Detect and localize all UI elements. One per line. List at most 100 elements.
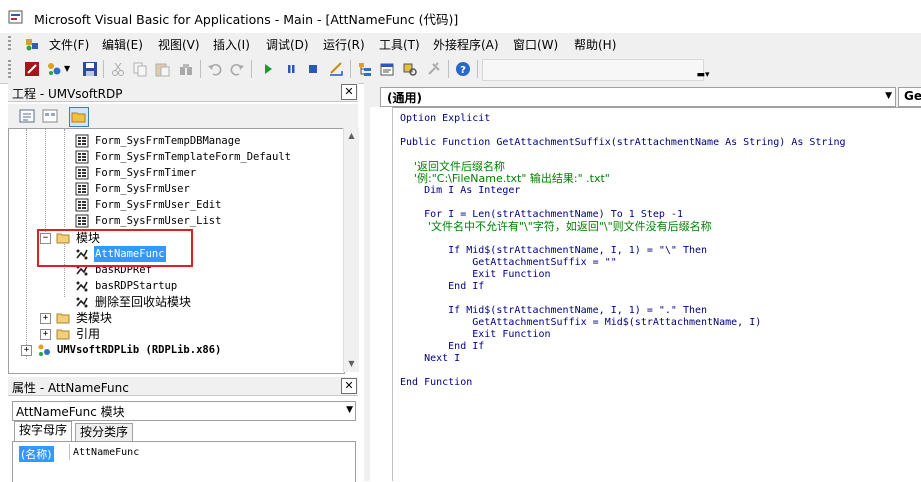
code-line[interactable]: '例:"C:\FileName.txt" 输出结果:" .txt": [400, 173, 610, 185]
tree-item-label: Form_SysFrmUser: [95, 183, 190, 195]
module-icon: [75, 279, 89, 293]
expand-icon[interactable]: +: [21, 345, 32, 356]
tree-item-label: Form_SysFrmTemplateForm_Default: [95, 151, 291, 163]
code-line[interactable]: Public Function GetAttachmentSuffix(strA…: [400, 137, 846, 149]
tab-categorized[interactable]: 按分类序: [75, 423, 134, 443]
code-editor[interactable]: Option Explicit Public Function GetAttach…: [370, 107, 921, 482]
design-mode-icon[interactable]: [328, 61, 344, 77]
form-icon: [75, 134, 89, 148]
toolbox-icon[interactable]: [426, 61, 442, 77]
code-line[interactable]: Exit Function: [400, 329, 550, 341]
scroll-down-icon[interactable]: ▼: [344, 356, 359, 372]
menu-file[interactable]: 文件(F): [49, 36, 89, 53]
break-icon[interactable]: [283, 61, 299, 77]
vba-app-icon: [8, 10, 23, 24]
tree-item-label: Form_SysFrmTimer: [95, 167, 197, 179]
code-line[interactable]: If Mid$(strAttachmentName, I, 1) = "." T…: [400, 305, 707, 317]
highlight-box: [37, 229, 193, 267]
toolbar-separator: [448, 60, 449, 78]
form-icon: [75, 182, 89, 196]
toolbar-separator: [200, 60, 201, 78]
find-icon[interactable]: [178, 61, 194, 77]
code-line[interactable]: End Function: [400, 377, 472, 389]
tree-item-label: 类模块: [76, 311, 113, 325]
expand-icon[interactable]: +: [40, 313, 51, 324]
form-icon: [75, 198, 89, 212]
toggle-folders-icon[interactable]: [69, 107, 89, 127]
run-icon[interactable]: [260, 61, 276, 77]
tree-item-label: Form_SysFrmUser_List: [95, 215, 222, 227]
menu-run[interactable]: 运行(R): [323, 36, 365, 53]
object-select-value: (通用): [387, 91, 422, 105]
menu-view[interactable]: 视图(V): [158, 36, 200, 53]
object-browser-icon[interactable]: [402, 61, 418, 77]
code-margin-indicator-bar[interactable]: [370, 107, 393, 481]
code-line[interactable]: Dim I As Integer: [400, 185, 520, 197]
project-explorer-icon[interactable]: [357, 61, 373, 77]
menu-insert[interactable]: 插入(I): [213, 36, 250, 53]
undo-icon[interactable]: [207, 61, 223, 77]
project-tree-scrollbar[interactable]: ▲ ▼: [343, 128, 359, 372]
tree-item-label: Form_SysFrmTempDBManage: [95, 135, 241, 147]
save-icon[interactable]: [82, 61, 98, 77]
properties-window-icon[interactable]: [379, 61, 395, 77]
code-line[interactable]: Next I: [400, 353, 460, 365]
properties-panel-close-button[interactable]: ✕: [341, 378, 357, 394]
project-panel-close-button[interactable]: ✕: [341, 84, 357, 100]
view-host-app-icon[interactable]: [24, 61, 40, 77]
menu-grip: [8, 36, 11, 52]
procedure-select-value: Ge: [904, 89, 921, 103]
copy-icon[interactable]: [132, 61, 148, 77]
tree-item-label: 删除至回收站模块: [95, 295, 192, 309]
menu-addins[interactable]: 外接程序(A): [433, 36, 499, 53]
menu-edit[interactable]: 编辑(E): [102, 36, 143, 53]
menu-help[interactable]: 帮助(H): [574, 36, 616, 53]
properties-grid: (名称) AttNameFunc: [12, 441, 356, 482]
insert-module-icon[interactable]: [46, 61, 62, 77]
property-name-value[interactable]: AttNameFunc: [73, 447, 139, 458]
properties-panel-title: 属性 - AttNameFunc: [12, 381, 129, 395]
chevron-down-icon[interactable]: ▼: [885, 91, 892, 101]
grid-divider: [69, 444, 70, 460]
view-code-icon[interactable]: [18, 107, 36, 125]
menu-debug[interactable]: 调试(D): [266, 36, 309, 53]
tree-guide-line: [26, 129, 27, 359]
menu-bar: 文件(F) 编辑(E) 视图(V) 插入(I) 调试(D) 运行(R) 工具(T…: [0, 33, 921, 55]
form-icon: [75, 150, 89, 164]
property-name-key[interactable]: (名称): [19, 446, 54, 462]
reset-icon[interactable]: [305, 61, 321, 77]
tree-item-label: UMVsoftRDPLib (RDPLib.x86): [57, 344, 222, 356]
project-panel-toolbar: [8, 104, 358, 128]
code-line[interactable]: End If: [400, 341, 484, 353]
project-icon[interactable]: [24, 36, 40, 52]
project-panel-header: 工程 - UMVsoftRDP ✕: [8, 83, 358, 102]
menu-tools[interactable]: 工具(T): [379, 36, 420, 53]
properties-object-select[interactable]: AttNameFunc 模块 ▼: [12, 401, 356, 421]
scroll-up-icon[interactable]: ▲: [344, 128, 359, 144]
menu-window[interactable]: 窗口(W): [513, 36, 558, 53]
toolbar-grip: [8, 60, 11, 78]
tab-alphabetic[interactable]: 按字母序: [14, 421, 73, 443]
chevron-down-icon[interactable]: ▼: [346, 405, 353, 415]
code-line[interactable]: GetAttachmentSuffix = "": [400, 257, 617, 269]
dropdown-arrow-icon[interactable]: ▼: [64, 64, 74, 80]
help-icon[interactable]: ?: [455, 61, 471, 77]
code-line[interactable]: GetAttachmentSuffix = Mid$(strAttachment…: [400, 317, 761, 329]
object-select[interactable]: (通用) ▼: [380, 87, 896, 107]
module-icon: [75, 295, 89, 309]
project-panel-title: 工程 - UMVsoftRDP: [12, 87, 123, 101]
paste-icon[interactable]: [154, 61, 170, 77]
toolbar-overflow-icon[interactable]: ▬▾: [696, 70, 710, 82]
view-object-icon[interactable]: [41, 107, 59, 125]
code-line[interactable]: Exit Function: [400, 269, 550, 281]
code-line[interactable]: '文件名中不允许有"\"字符，如返回"\"则文件没有后缀名称: [400, 221, 712, 233]
tree-item-label: Form_SysFrmUser_Edit: [95, 199, 222, 211]
code-line[interactable]: End If: [400, 281, 484, 293]
expand-icon[interactable]: +: [40, 329, 51, 340]
procedure-select[interactable]: Ge: [898, 87, 921, 107]
code-line[interactable]: Option Explicit: [400, 113, 490, 125]
code-line[interactable]: If Mid$(strAttachmentName, I, 1) = "\" T…: [400, 245, 707, 257]
tree-item-label: basRDPStartup: [95, 280, 178, 292]
cut-icon[interactable]: [110, 61, 126, 77]
redo-icon[interactable]: [229, 61, 245, 77]
